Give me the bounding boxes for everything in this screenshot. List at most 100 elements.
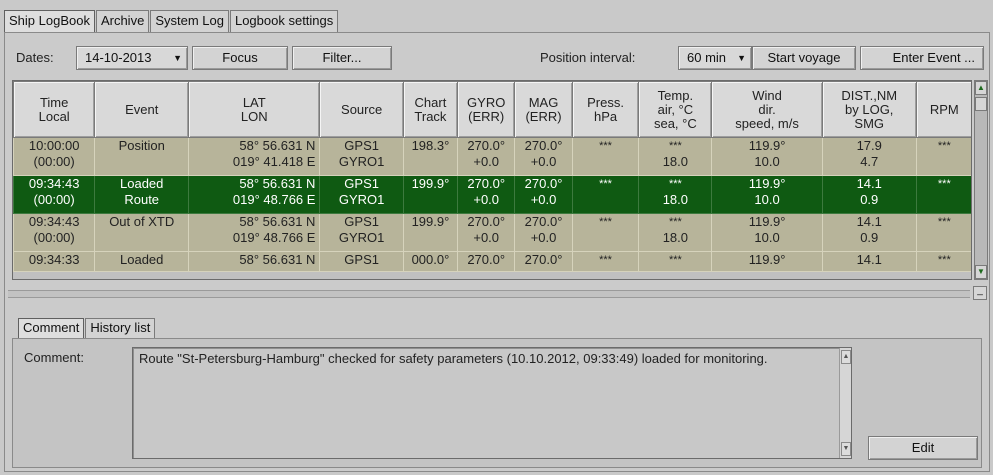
column-header-text: Local bbox=[38, 108, 70, 124]
filter-button[interactable]: Filter... bbox=[292, 46, 392, 70]
cell-text: 270.0° bbox=[467, 138, 506, 153]
column-header-wind[interactable]: Wind dir. speed, m/s bbox=[711, 81, 823, 138]
table-row[interactable]: 10:00:00 (00:00) Position 58° 56.631 N 019°… bbox=[13, 137, 971, 176]
date-select[interactable]: 14-10-2013 ▼ bbox=[76, 46, 188, 70]
cell-text: 10.0 bbox=[754, 192, 780, 207]
cell-wind: 119.9° bbox=[711, 251, 823, 272]
column-header-rpm[interactable]: RPM bbox=[915, 81, 971, 138]
cell-text: GPS1 bbox=[344, 252, 379, 267]
column-header-dist[interactable]: DIST.,NM by LOG, SMG bbox=[821, 81, 917, 138]
table-row[interactable]: 09:34:43 (00:00) Loaded Route 58° 56.631 N 01… bbox=[13, 175, 971, 214]
cell-text: *** bbox=[668, 140, 682, 152]
scroll-up-icon[interactable]: ▲ bbox=[841, 350, 851, 364]
tab-history-list[interactable]: History list bbox=[85, 318, 156, 338]
cell-text: *** bbox=[668, 178, 682, 190]
cell-latlon: 58° 56.631 N 019° 48.766 E bbox=[188, 213, 321, 252]
column-header-time[interactable]: Time Local bbox=[13, 81, 96, 138]
column-header-temp[interactable]: Temp. air, °C sea, °C bbox=[638, 81, 713, 138]
cell-text: 14.1 bbox=[856, 214, 882, 229]
column-header-text: MAG bbox=[528, 94, 559, 110]
cell-text: GPS1 bbox=[344, 138, 379, 153]
column-header-text: LON bbox=[240, 108, 268, 124]
cell-text: *** bbox=[937, 178, 951, 190]
cell-gyro: 270.0° +0.0 bbox=[457, 137, 516, 176]
cell-text: *** bbox=[599, 178, 612, 190]
cell-text bbox=[97, 230, 186, 246]
tab-comment[interactable]: Comment bbox=[18, 318, 85, 338]
cell-wind: 119.9° 10.0 bbox=[711, 137, 823, 176]
column-header-mag[interactable]: MAG (ERR) bbox=[514, 81, 573, 138]
focus-button[interactable]: Focus bbox=[192, 46, 288, 70]
cell-latlon: 58° 56.631 N 019° 48.766 E bbox=[188, 175, 321, 214]
panel-splitter[interactable] bbox=[8, 290, 970, 298]
cell-track: 199.9° bbox=[402, 175, 459, 214]
cell-latlon: 58° 56.631 N bbox=[188, 251, 321, 272]
cell-event: Loaded Route bbox=[94, 175, 190, 214]
column-header-text: SMG bbox=[854, 115, 885, 131]
cell-text: Out of XTD bbox=[109, 214, 175, 229]
column-header-track[interactable]: Chart Track bbox=[402, 81, 459, 138]
column-header-event[interactable]: Event bbox=[94, 81, 190, 138]
cell-latlon: 58° 56.631 N 019° 41.418 E bbox=[188, 137, 321, 176]
cell-text: (00:00) bbox=[33, 230, 75, 245]
cell-text: 119.9° bbox=[748, 176, 786, 191]
enter-event-button[interactable]: Enter Event ... bbox=[860, 46, 984, 70]
tab-archive[interactable]: Archive bbox=[95, 10, 150, 32]
column-header-text: Time bbox=[39, 94, 69, 110]
cell-text: Loaded bbox=[120, 176, 164, 191]
column-header-latlon[interactable]: LAT LON bbox=[188, 81, 321, 138]
start-voyage-button[interactable]: Start voyage bbox=[752, 46, 856, 70]
cell-text: +0.0 bbox=[473, 192, 500, 207]
column-header-text: hPa bbox=[593, 108, 618, 124]
tab-ship-logbook[interactable]: Ship LogBook bbox=[4, 10, 95, 32]
cell-text: 10:00:00 bbox=[28, 138, 80, 153]
cell-mag: 270.0° +0.0 bbox=[514, 175, 573, 214]
cell-temp: *** 18.0 bbox=[638, 213, 713, 252]
column-header-text: Temp. bbox=[657, 87, 694, 103]
cell-text: *** bbox=[599, 216, 612, 228]
column-header-source[interactable]: Source bbox=[319, 81, 404, 138]
cell-mag: 270.0° +0.0 bbox=[514, 213, 573, 252]
table-row[interactable]: 09:34:33 Loaded 58° 56.631 N GPS1 000.0° 270.… bbox=[13, 251, 971, 272]
comment-scrollbar[interactable]: ▲ ▼ bbox=[839, 348, 851, 458]
edit-button[interactable]: Edit bbox=[868, 436, 978, 460]
cell-text: GYRO1 bbox=[338, 192, 385, 207]
cell-text: 270.0° bbox=[524, 176, 563, 191]
cell-text: 18.0 bbox=[662, 154, 689, 169]
cell-rpm: *** bbox=[915, 137, 971, 176]
table-row[interactable]: 09:34:43 (00:00) Out of XTD 58° 56.631 N 01… bbox=[13, 213, 971, 252]
column-header-text: Press. bbox=[587, 94, 624, 110]
minimize-icon[interactable]: _ bbox=[973, 286, 987, 300]
scroll-down-icon[interactable]: ▼ bbox=[975, 265, 987, 279]
column-header-text: by LOG, bbox=[845, 101, 894, 117]
tab-logbook-settings[interactable]: Logbook settings bbox=[229, 10, 339, 32]
cell-gyro: 270.0° +0.0 bbox=[457, 175, 516, 214]
cell-text: Loaded bbox=[120, 252, 164, 267]
table-scrollbar[interactable]: ▲ ▼ bbox=[974, 80, 988, 280]
cell-temp: *** 18.0 bbox=[638, 175, 713, 214]
cell-text: +0.0 bbox=[530, 192, 557, 207]
scroll-up-icon[interactable]: ▲ bbox=[975, 81, 987, 95]
column-header-gyro[interactable]: GYRO (ERR) bbox=[457, 81, 516, 138]
comment-textarea[interactable]: Route "St-Petersburg-Hamburg" checked fo… bbox=[132, 347, 852, 459]
cell-text: +0.0 bbox=[530, 154, 557, 169]
cell-text: 270.0° bbox=[524, 214, 563, 229]
tab-system-log[interactable]: System Log bbox=[150, 10, 229, 32]
cell-text: 0.9 bbox=[860, 230, 879, 245]
column-header-text: speed, m/s bbox=[735, 115, 799, 131]
cell-text: 10.0 bbox=[754, 230, 780, 245]
cell-text: 270.0° bbox=[524, 252, 563, 267]
scroll-thumb[interactable] bbox=[975, 97, 987, 111]
cell-text: *** bbox=[668, 216, 682, 228]
cell-event: Position bbox=[94, 137, 190, 176]
cell-text: 58° 56.631 N bbox=[239, 252, 316, 267]
position-interval-label: Position interval: bbox=[540, 50, 636, 65]
cell-mag: 270.0° +0.0 bbox=[514, 137, 573, 176]
cell-text: 270.0° bbox=[467, 176, 506, 191]
cell-text: 0.9 bbox=[860, 192, 879, 207]
cell-event: Loaded bbox=[94, 251, 190, 272]
interval-select[interactable]: 60 min ▼ bbox=[678, 46, 752, 70]
cell-time: 09:34:33 bbox=[13, 251, 96, 272]
scroll-down-icon[interactable]: ▼ bbox=[841, 442, 851, 456]
column-header-press[interactable]: Press. hPa bbox=[571, 81, 640, 138]
